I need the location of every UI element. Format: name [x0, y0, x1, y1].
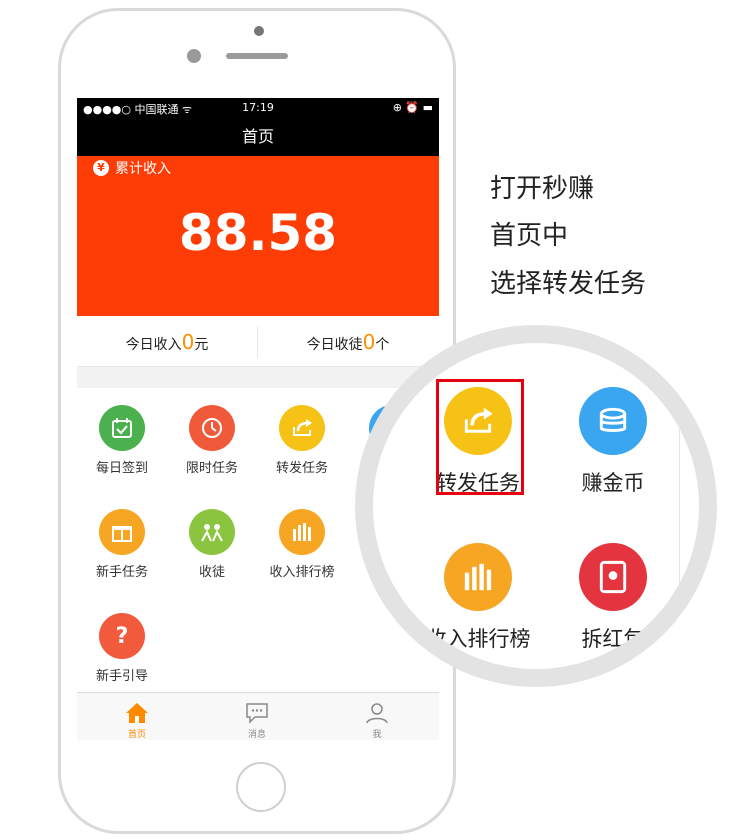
- home-button[interactable]: [236, 762, 286, 812]
- total-income-text: 累计收入: [115, 161, 171, 177]
- home-icon: [124, 701, 150, 725]
- grid-item-share-task[interactable]: 转发任务: [257, 388, 347, 492]
- earpiece-speaker: [226, 53, 288, 59]
- grid-item-label: 收徒: [198, 565, 225, 580]
- zoom-coins-label: 赚金币: [581, 471, 645, 495]
- caption-line-2: 首页中: [490, 221, 569, 251]
- red-envelope-icon: [579, 543, 647, 611]
- tab-home[interactable]: 首页: [77, 693, 197, 740]
- status-indicators: ⊕ ⏰ ▬: [392, 101, 433, 114]
- people-icon: [189, 509, 235, 555]
- today-income-value: 0: [181, 330, 195, 354]
- total-income-amount: 88.58: [178, 204, 338, 262]
- bar-chart-icon: [279, 509, 325, 555]
- zoom-envelope-label: 拆红包: [581, 627, 645, 651]
- tab-me-label: 我: [372, 730, 382, 740]
- tab-bar: 首页 消息 我: [77, 692, 439, 740]
- grid-item-label: 收入排行榜: [269, 565, 335, 580]
- front-camera: [254, 26, 264, 36]
- gift-icon: [99, 509, 145, 555]
- grid-item-limited-task[interactable]: 限时任务: [167, 388, 257, 492]
- calendar-check-icon: [99, 405, 145, 451]
- caption-line-1: 打开秒赚: [490, 174, 595, 204]
- zoom-content: 转发任务 赚金币 收入排行榜 拆红包: [373, 343, 699, 669]
- income-banner: ¥ 累计收入 88.58: [77, 156, 439, 316]
- zoom-screen-edge: [679, 343, 680, 669]
- today-income: 今日收入0元: [77, 316, 257, 366]
- highlight-box: [436, 379, 524, 495]
- proximity-sensor: [187, 49, 201, 63]
- today-income-unit: 元: [194, 337, 209, 353]
- share-icon: [279, 405, 325, 451]
- user-icon: [364, 701, 390, 725]
- today-income-label: 今日收入: [125, 337, 182, 353]
- grid-item-income-ranking[interactable]: 收入排行榜: [257, 492, 347, 596]
- zoom-earn-coins: 赚金币: [538, 387, 688, 497]
- zoom-ranking-label: 收入排行榜: [425, 627, 531, 651]
- chat-bubble-icon: [244, 701, 270, 725]
- grid-item-daily-checkin[interactable]: 每日签到: [77, 388, 167, 492]
- status-time: 17:19: [242, 101, 274, 114]
- tab-home-label: 首页: [127, 730, 146, 740]
- today-apprentice-label: 今日收徒: [306, 337, 363, 353]
- zoom-red-envelope: 拆红包: [538, 543, 688, 653]
- grid-item-apprentice[interactable]: 收徒: [167, 492, 257, 596]
- grid-item-label: 新手引导: [95, 669, 148, 684]
- tab-messages-label: 消息: [247, 730, 266, 740]
- coins-icon: [579, 387, 647, 455]
- grid-item-label: 转发任务: [275, 461, 328, 476]
- yen-icon: ¥: [93, 160, 109, 176]
- grid-item-label: 限时任务: [185, 461, 238, 476]
- grid-item-newbie-guide[interactable]: ? 新手引导: [77, 596, 167, 700]
- bar-chart-icon: [444, 543, 512, 611]
- zoom-magnifier: 转发任务 赚金币 收入排行榜 拆红包: [373, 343, 699, 669]
- grid-item-label: 每日签到: [95, 461, 148, 476]
- nav-title: 首页: [77, 118, 439, 156]
- total-income-label: ¥ 累计收入: [93, 158, 171, 178]
- zoom-income-ranking: 收入排行榜: [403, 543, 553, 653]
- timer-icon: [189, 405, 235, 451]
- question-icon: ?: [99, 613, 145, 659]
- status-bar: ●●●●○ 中国联通 ᯤ 17:19 ⊕ ⏰ ▬: [77, 98, 439, 118]
- tab-messages[interactable]: 消息: [197, 693, 317, 740]
- tab-me[interactable]: 我: [317, 693, 437, 740]
- caption-line-3: 选择转发任务: [490, 269, 647, 299]
- grid-item-label: 新手任务: [95, 565, 148, 580]
- grid-item-newbie-task[interactable]: 新手任务: [77, 492, 167, 596]
